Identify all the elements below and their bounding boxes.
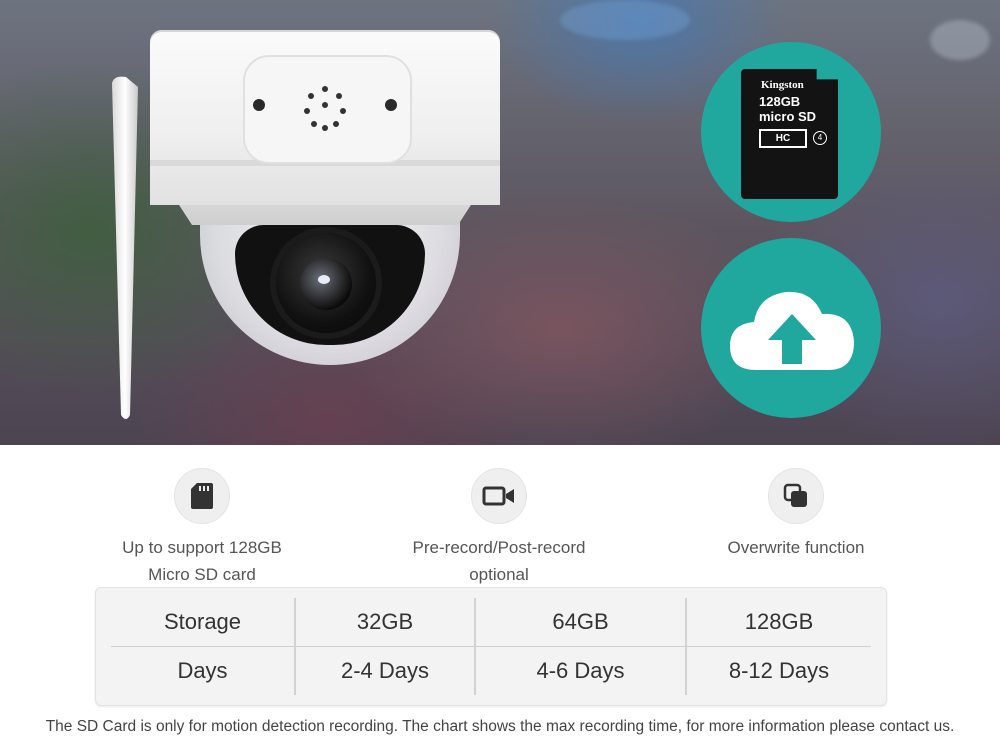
hero-banner: Kingston 128GB micro SD HC 4 bbox=[0, 0, 1000, 445]
sd-hc-label: HC bbox=[759, 129, 807, 148]
mic-hole bbox=[322, 86, 328, 92]
table-cell: Days bbox=[111, 646, 296, 695]
feature-line-1: Pre-record/Post-record bbox=[412, 538, 586, 557]
antenna-image bbox=[112, 76, 138, 419]
mic-hole bbox=[322, 102, 328, 108]
feature-text: Overwrite function bbox=[666, 534, 926, 561]
mic-hole bbox=[333, 121, 339, 127]
video-camera-icon bbox=[482, 486, 514, 506]
mic-hole bbox=[304, 108, 310, 114]
feature-icon-circle bbox=[471, 468, 527, 524]
feature-icon-circle bbox=[768, 468, 824, 524]
mic-hole bbox=[336, 93, 342, 99]
table-cell: 4-6 Days bbox=[475, 646, 687, 695]
feature-line-2: optional bbox=[469, 565, 529, 584]
camera-mic-panel bbox=[243, 55, 412, 164]
overwrite-icon bbox=[783, 483, 807, 507]
table-cell: 128GB bbox=[686, 598, 871, 647]
sd-brand-label: Kingston bbox=[761, 79, 804, 91]
feature-line-1: Up to support 128GB bbox=[122, 538, 282, 557]
sd-type-label: micro SD bbox=[759, 109, 817, 124]
screw-icon bbox=[253, 99, 265, 111]
screw-icon bbox=[385, 99, 397, 111]
feature-pre-post-record: Pre-record/Post-record optional bbox=[369, 468, 629, 588]
mic-hole bbox=[311, 121, 317, 127]
recording-time-table: Storage 32GB 64GB 128GB Days 2-4 Days 4-… bbox=[95, 587, 887, 706]
sd-class-icon: 4 bbox=[813, 131, 827, 145]
storage-table: Storage 32GB 64GB 128GB Days 2-4 Days 4-… bbox=[111, 598, 871, 695]
feature-overwrite: Overwrite function bbox=[666, 468, 926, 561]
mic-hole bbox=[308, 93, 314, 99]
feature-icon-circle bbox=[174, 468, 230, 524]
feature-text: Up to support 128GB Micro SD card bbox=[72, 534, 332, 588]
background-bokeh bbox=[930, 20, 990, 60]
table-cell: 2-4 Days bbox=[295, 646, 476, 695]
table-row: Days 2-4 Days 4-6 Days 8-12 Days bbox=[111, 646, 871, 695]
feature-sd-support: Up to support 128GB Micro SD card bbox=[72, 468, 332, 588]
table-header-row: Storage 32GB 64GB 128GB bbox=[111, 598, 871, 647]
cloud-upload-icon bbox=[730, 291, 854, 370]
feature-text: Pre-record/Post-record optional bbox=[369, 534, 629, 588]
sd-card-icon: Kingston 128GB micro SD HC 4 bbox=[741, 69, 838, 199]
feature-line-1: Overwrite function bbox=[727, 538, 865, 557]
table-cell: 64GB bbox=[475, 598, 687, 647]
footnote: The SD Card is only for motion detection… bbox=[45, 718, 955, 735]
mic-hole bbox=[340, 108, 346, 114]
sd-card-icon bbox=[191, 483, 213, 509]
table-cell: 32GB bbox=[295, 598, 476, 647]
table-cell: Storage bbox=[111, 598, 296, 647]
sd-capacity-label: 128GB bbox=[759, 94, 801, 109]
mic-hole bbox=[322, 125, 328, 131]
camera-lens-glass bbox=[300, 258, 352, 310]
lens-reflection bbox=[318, 275, 330, 284]
feature-line-2: Micro SD card bbox=[148, 565, 256, 584]
background-bokeh bbox=[560, 0, 690, 40]
table-cell: 8-12 Days bbox=[728, 658, 830, 683]
